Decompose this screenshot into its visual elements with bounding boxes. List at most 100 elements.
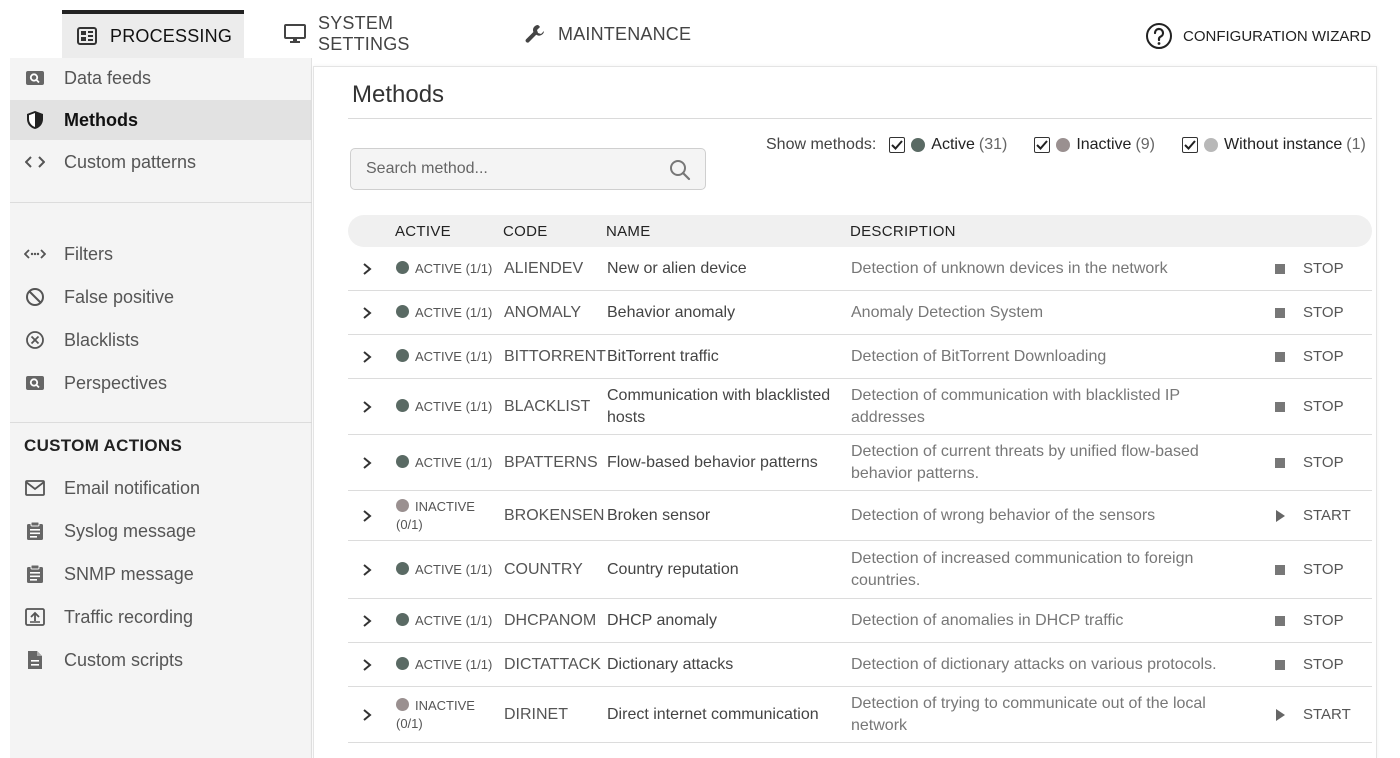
active-dot-icon: [396, 612, 409, 626]
stop-button[interactable]: STOP: [1273, 435, 1344, 490]
sidebar-item-label: False positive: [64, 286, 175, 307]
tab-system-settings[interactable]: SYSTEM SETTINGS: [270, 10, 490, 58]
sidebar-item-methods[interactable]: Methods: [10, 100, 312, 140]
filter-active[interactable]: Active (31): [889, 136, 1007, 154]
method-description: Detection of dictionary attacks on vario…: [851, 655, 1217, 673]
expand-chevron-icon[interactable]: [362, 291, 376, 334]
sidebar-item-email-notification[interactable]: Email notification: [10, 468, 312, 508]
stop-button[interactable]: STOP: [1273, 291, 1344, 334]
checkbox-checked-icon[interactable]: [889, 137, 906, 153]
stop-button[interactable]: STOP: [1273, 247, 1344, 290]
sidebar-item-syslog-message[interactable]: Syslog message: [10, 511, 312, 551]
column-header-active[interactable]: ACTIVE: [395, 223, 451, 240]
search-field[interactable]: [350, 148, 706, 190]
table-row: INACTIVE (0/1) DIRINET Direct internet com…: [348, 687, 1372, 743]
search-box-icon: [24, 67, 46, 89]
sidebar-divider: [10, 422, 312, 423]
action-label: STOP: [1303, 348, 1344, 365]
method-description: Detection of BitTorrent Downloading: [851, 347, 1107, 365]
filter-without-instance-label: Without instance: [1224, 136, 1343, 153]
expand-chevron-icon[interactable]: [362, 643, 376, 686]
start-button[interactable]: START: [1273, 687, 1351, 742]
inactive-dot-icon: [396, 498, 409, 512]
method-description: Detection of anomalies in DHCP traffic: [851, 611, 1124, 629]
question-circle-icon: [1145, 22, 1173, 50]
sidebar-item-label: Filters: [64, 243, 113, 264]
sidebar-item-custom-patterns[interactable]: Custom patterns: [10, 142, 312, 182]
without-instance-dot-icon: [1204, 138, 1219, 152]
status-cell: ACTIVE (1/1): [396, 435, 496, 490]
start-button[interactable]: START: [1273, 491, 1351, 540]
sidebar-item-snmp-message[interactable]: SNMP message: [10, 554, 312, 594]
method-name: New or alien device: [607, 259, 747, 277]
column-header-code[interactable]: CODE: [503, 223, 548, 240]
tab-processing[interactable]: PROCESSING: [62, 10, 244, 58]
top-navigation: PROCESSING SYSTEM SETTINGS MAINTENANCE C…: [0, 0, 1400, 58]
configuration-wizard-link[interactable]: CONFIGURATION WIZARD: [1145, 22, 1371, 50]
expand-chevron-icon[interactable]: [362, 491, 376, 540]
stop-icon: [1273, 564, 1287, 575]
column-header-name[interactable]: NAME: [606, 223, 651, 240]
status-text: ACTIVE (1/1): [415, 454, 493, 470]
column-header-description[interactable]: DESCRIPTION: [850, 223, 956, 240]
stop-button[interactable]: STOP: [1273, 541, 1344, 598]
magnifier-icon[interactable]: [669, 159, 691, 181]
table-row: ACTIVE (1/1) BLACKLIST Communication with …: [348, 379, 1372, 435]
filter-without-instance[interactable]: Without instance (1): [1182, 136, 1366, 154]
stop-button[interactable]: STOP: [1273, 335, 1344, 378]
sidebar-item-perspectives[interactable]: Perspectives: [10, 363, 312, 403]
stop-button[interactable]: STOP: [1273, 643, 1344, 686]
sidebar-item-label: Methods: [64, 109, 138, 130]
expand-chevron-icon[interactable]: [362, 687, 376, 742]
filter-inactive[interactable]: Inactive (9): [1034, 136, 1155, 154]
sidebar: Data feeds Methods Custom patterns Filte…: [10, 58, 312, 758]
tab-processing-label: PROCESSING: [110, 25, 233, 46]
sidebar-item-label: Blacklists: [64, 329, 140, 350]
table-row: ACTIVE (1/1) ANOMALY Behavior anomaly Anoma…: [348, 291, 1372, 335]
method-description: Anomaly Detection System: [851, 303, 1044, 321]
play-icon: [1273, 708, 1287, 721]
action-label: STOP: [1303, 612, 1344, 629]
sidebar-item-label: SNMP message: [64, 563, 194, 584]
expand-chevron-icon[interactable]: [362, 335, 376, 378]
active-dot-icon: [396, 398, 409, 412]
expand-chevron-icon[interactable]: [362, 247, 376, 290]
tab-maintenance[interactable]: MAINTENANCE: [510, 10, 700, 58]
expand-chevron-icon[interactable]: [362, 599, 376, 642]
table-row: INACTIVE (0/1) BROKENSEN Broken sensor Dete…: [348, 491, 1372, 541]
sidebar-divider: [10, 202, 312, 203]
status-text: ACTIVE (1/1): [415, 398, 493, 414]
method-code: DHCPANOM: [504, 611, 597, 629]
method-name: DHCP anomaly: [607, 611, 717, 629]
sidebar-item-blacklists[interactable]: Blacklists: [10, 320, 312, 360]
sidebar-item-custom-scripts[interactable]: Custom scripts: [10, 640, 312, 680]
sidebar-item-false-positive[interactable]: False positive: [10, 277, 312, 317]
expand-chevron-icon[interactable]: [362, 379, 376, 434]
sidebar-item-traffic-recording[interactable]: Traffic recording: [10, 597, 312, 637]
filter-active-label: Active: [931, 136, 975, 153]
code-icon: [24, 151, 46, 173]
tab-system-settings-label: SYSTEM SETTINGS: [318, 13, 410, 54]
method-description: Detection of current threats by unified …: [851, 442, 1199, 482]
method-code: BROKENSEN: [504, 506, 605, 524]
method-name: BitTorrent traffic: [607, 347, 719, 365]
show-methods-label: Show methods:: [766, 136, 877, 153]
stop-button[interactable]: STOP: [1273, 599, 1344, 642]
method-code: BLACKLIST: [504, 397, 591, 415]
checkbox-checked-icon[interactable]: [1182, 137, 1199, 153]
inactive-dot-icon: [396, 697, 409, 711]
active-dot-icon: [396, 304, 409, 318]
search-input[interactable]: [366, 160, 656, 178]
filter-without-instance-count: (1): [1346, 136, 1366, 153]
expand-chevron-icon[interactable]: [362, 435, 376, 490]
method-description: Detection of unknown devices in the netw…: [851, 259, 1168, 277]
sidebar-item-filters[interactable]: Filters: [10, 234, 312, 274]
stop-button[interactable]: STOP: [1273, 379, 1344, 434]
title-divider: [348, 118, 1372, 119]
sidebar-item-data-feeds[interactable]: Data feeds: [10, 58, 312, 98]
status-cell: ACTIVE (1/1): [396, 379, 496, 434]
expand-chevron-icon[interactable]: [362, 541, 376, 598]
method-code: BPATTERNS: [504, 453, 598, 471]
status-cell: ACTIVE (1/1): [396, 335, 496, 378]
checkbox-checked-icon[interactable]: [1034, 137, 1051, 153]
